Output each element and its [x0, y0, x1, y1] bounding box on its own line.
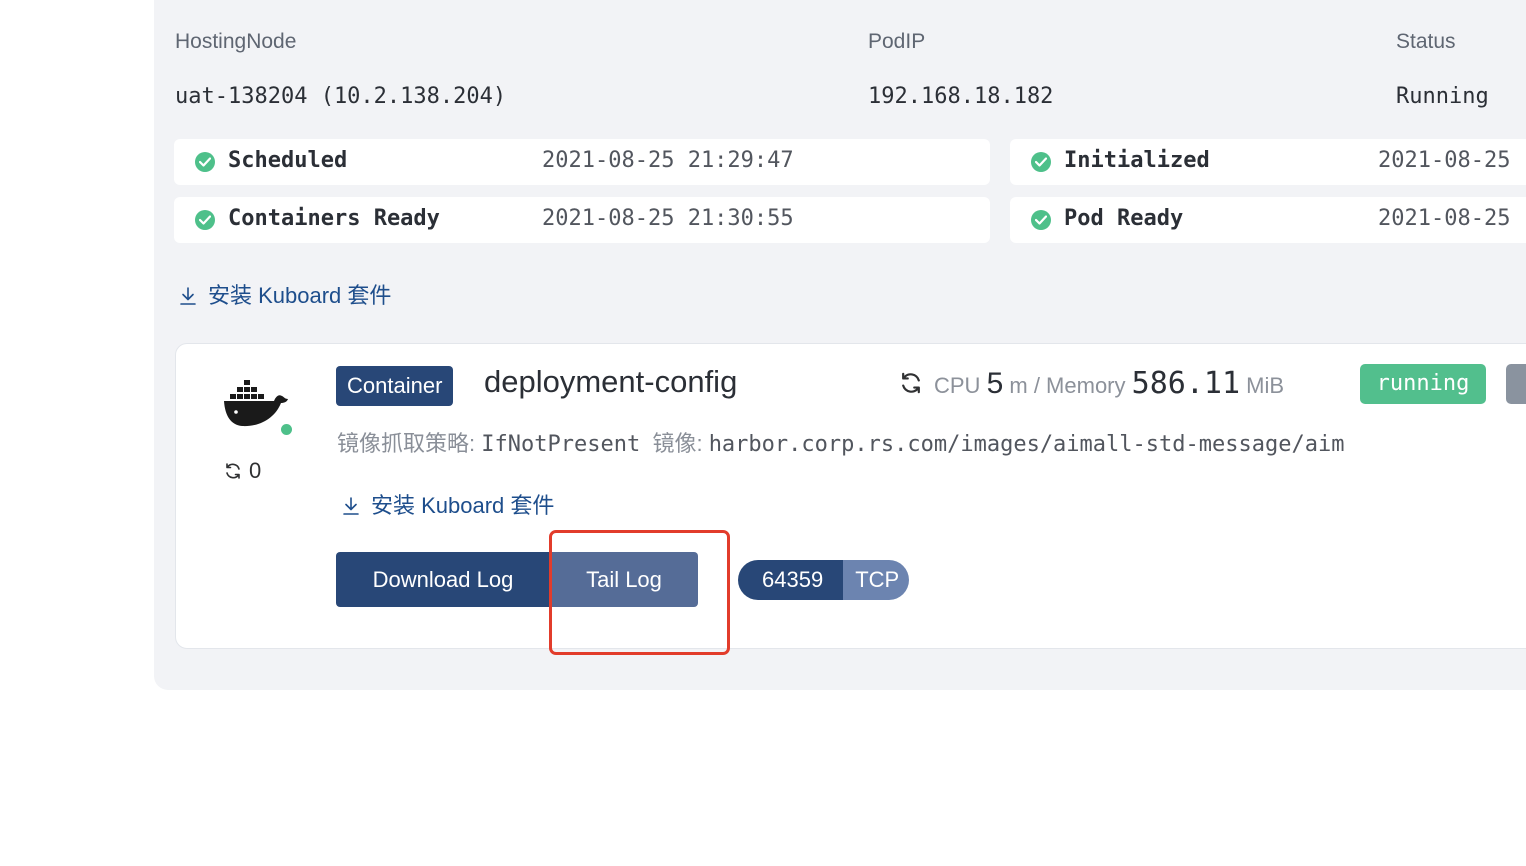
status-value: Running: [1396, 84, 1489, 109]
pull-policy-label: 镜像抓取策略:: [337, 431, 476, 456]
condition-name: Pod Ready: [1064, 206, 1184, 231]
restart-icon: [226, 463, 240, 479]
container-metrics: CPU 5 m / Memory 586.11 MiB: [898, 366, 1284, 401]
condition-name: Initialized: [1064, 148, 1210, 173]
condition-containers-ready: Containers Ready 2021-08-25 21:30:55: [174, 197, 990, 243]
port-protocol: TCP: [843, 560, 910, 600]
port-number: 64359: [738, 560, 844, 600]
refresh-metrics-icon[interactable]: [898, 370, 924, 396]
container-image-info: 镜像抓取策略: IfNotPresent 镜像: harbor.corp.rs.…: [337, 426, 1344, 458]
install-kuboard-label: 安装 Kuboard 套件: [208, 283, 392, 308]
check-circle-icon: [1031, 210, 1051, 230]
cpu-label: CPU: [934, 373, 981, 398]
download-log-button[interactable]: Download Log: [336, 552, 550, 607]
container-name: deployment-config: [484, 364, 738, 399]
condition-time: 2021-08-25: [1378, 148, 1511, 173]
pull-policy-value: IfNotPresent: [481, 432, 641, 457]
condition-time: 2021-08-25 21:29:47: [542, 148, 794, 173]
check-circle-icon: [195, 210, 215, 230]
condition-scheduled: Scheduled 2021-08-25 21:29:47: [174, 139, 990, 185]
condition-time: 2021-08-25 21:30:55: [542, 206, 794, 231]
condition-name: Scheduled: [228, 148, 348, 173]
pod-ip-value: 192.168.18.182: [868, 84, 1054, 109]
check-circle-icon: [195, 152, 215, 172]
container-install-kuboard-link[interactable]: 安装 Kuboard 套件: [341, 488, 554, 522]
container-install-kuboard-label: 安装 Kuboard 套件: [371, 493, 555, 518]
container-state-badge: running: [1360, 364, 1486, 404]
container-card: 0 Container deployment-config CPU 5 m / …: [175, 343, 1526, 649]
download-icon: [178, 286, 198, 312]
container-status-dot: [281, 424, 292, 435]
tail-log-highlight: [549, 530, 730, 655]
image-label: 镜像:: [652, 431, 703, 456]
hosting-node-value: uat-138204 (10.2.138.204): [175, 84, 507, 109]
memory-value: 586.11: [1131, 366, 1241, 401]
condition-initialized: Initialized 2021-08-25: [1010, 139, 1526, 185]
memory-unit: MiB: [1246, 373, 1285, 398]
pod-ip-label: PodIP: [868, 30, 926, 53]
cpu-unit: m / Memory: [1009, 373, 1126, 398]
condition-name: Containers Ready: [228, 206, 440, 231]
port-badge: 64359 TCP: [738, 560, 910, 600]
condition-pod-ready: Pod Ready 2021-08-25: [1010, 197, 1526, 243]
container-extra-button[interactable]: [1506, 364, 1526, 404]
hosting-node-label: HostingNode: [175, 30, 297, 53]
download-icon: [341, 496, 361, 522]
install-kuboard-link[interactable]: 安装 Kuboard 套件: [178, 278, 391, 312]
restart-count-value: 0: [249, 458, 262, 483]
restart-count: 0: [223, 458, 261, 484]
check-circle-icon: [1031, 152, 1051, 172]
cpu-value: 5: [986, 367, 1004, 400]
container-tag: Container: [336, 366, 454, 406]
condition-time: 2021-08-25: [1378, 206, 1511, 231]
status-label: Status: [1396, 30, 1456, 53]
image-value: harbor.corp.rs.com/images/aimall-std-mes…: [708, 432, 1345, 457]
